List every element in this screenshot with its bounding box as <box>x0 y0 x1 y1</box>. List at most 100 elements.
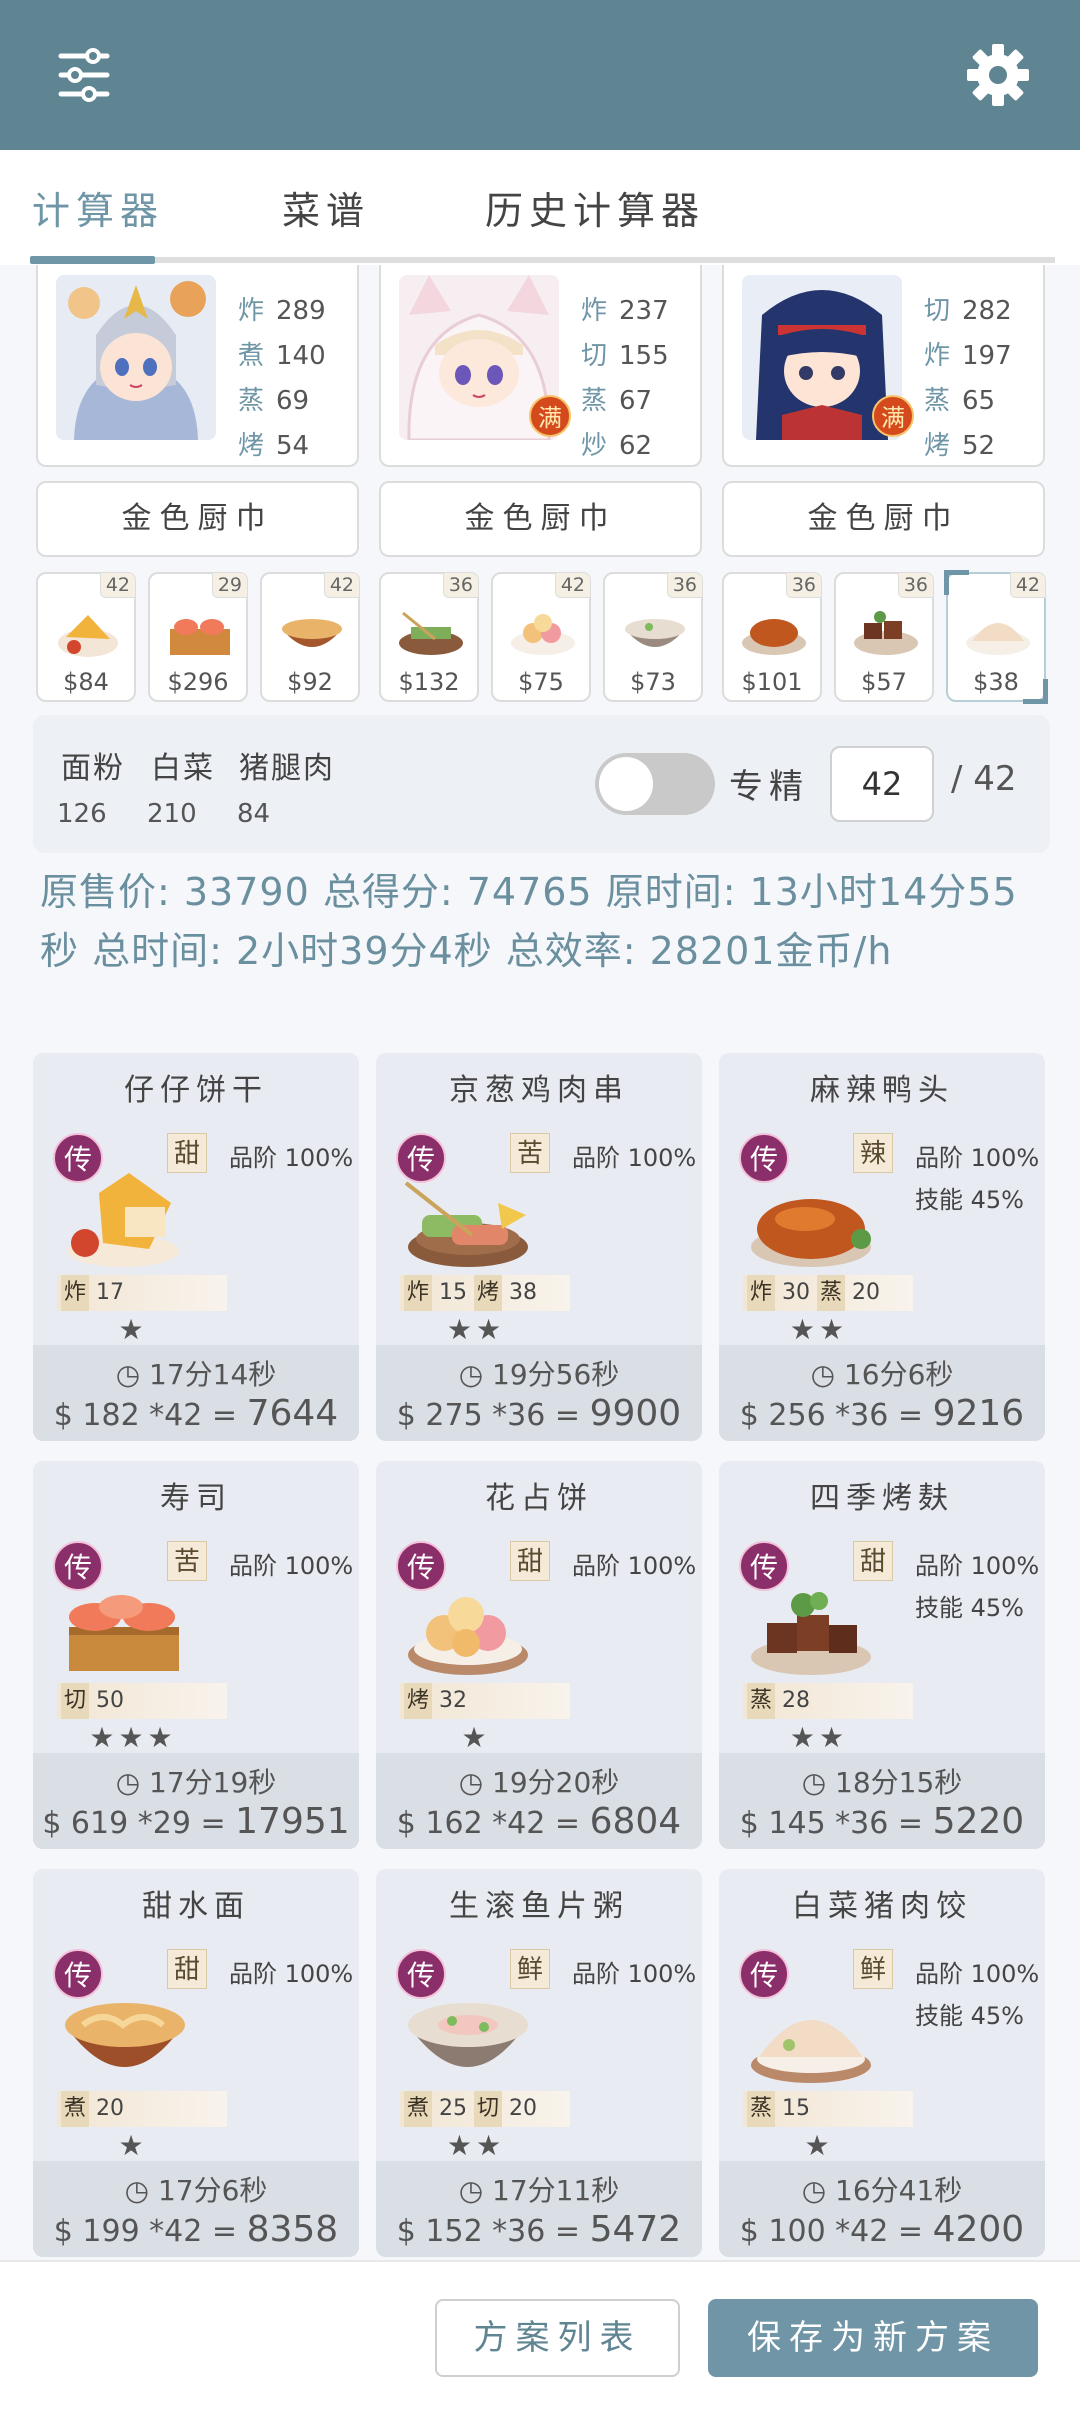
recipe-card[interactable]: 甜水面 传 甜 品阶 100% 煮 20 ★ ◷ 17分6秒 $ 199 *42… <box>33 1869 359 2257</box>
cook-time-text: 19分56秒 <box>492 1358 620 1391</box>
stat-value: 69 <box>276 386 310 416</box>
star-rating: ★★ <box>789 1721 849 1754</box>
skill-value: 20 <box>852 1280 881 1305</box>
legendary-badge: 传 <box>53 1541 103 1591</box>
cook-time-text: 19分20秒 <box>492 1766 620 1799</box>
skill-value: 30 <box>782 1280 811 1305</box>
clock-icon: ◷ <box>801 1766 827 1799</box>
clock-icon: ◷ <box>115 1766 141 1799</box>
specialty-level-input[interactable]: 42 <box>830 746 934 822</box>
tab-bar: 计算器 菜谱 历史计算器 <box>0 150 1080 265</box>
chef-portrait <box>56 275 216 440</box>
stat-value: 237 <box>619 296 669 326</box>
calculator-content[interactable]: 炸 289 煮 140 蒸 69 烤 54 满 炸 237 切 155 蒸 67 <box>0 265 1080 2260</box>
skill-label: 烤 <box>404 1683 433 1719</box>
dish-count: 42 <box>323 572 360 598</box>
chef-card[interactable]: 满 切 282 炸 197 蒸 65 烤 52 <box>722 265 1045 467</box>
selected-dish[interactable]: 42 $38 <box>944 570 1048 704</box>
recipe-card[interactable]: 生滚鱼片粥 传 鲜 品阶 100% 煮 25 切 20 ★★ ◷ 17分11秒 … <box>376 1869 702 2257</box>
recipe-card[interactable]: 京葱鸡肉串 传 苦 品阶 100% 炸 15 烤 38 ★★ ◷ 19分56秒 … <box>376 1053 702 1441</box>
star-rating: ★ <box>118 2129 148 2162</box>
gear-icon[interactable] <box>958 40 1038 110</box>
grade-text: 品阶 100% <box>915 1144 1040 1172</box>
recipe-card[interactable]: 仔仔饼干 传 甜 品阶 100% 炸 17 ★ ◷ 17分14秒 $ 182 *… <box>33 1053 359 1441</box>
plan-list-button[interactable]: 方案列表 <box>435 2299 680 2377</box>
dish-price: $84 <box>63 668 109 696</box>
dish-count: 42 <box>554 572 591 598</box>
stat-label: 煮 <box>238 341 265 371</box>
stat-label: 炸 <box>238 296 265 326</box>
recipe-earnings: $ 162 *42 = 6804 <box>376 1801 702 1842</box>
grade-text: 品阶 100% <box>229 1960 354 1988</box>
recipe-name: 京葱鸡肉串 <box>449 1073 629 1108</box>
recipe-earnings: $ 275 *36 = 9900 <box>376 1393 702 1434</box>
star-rating: ★★ <box>446 1313 506 1346</box>
price-formula: $ 256 *36 = <box>739 1398 924 1433</box>
skill-label: 煮 <box>404 2091 433 2127</box>
dish-price: $38 <box>973 668 1019 696</box>
app-bar <box>0 0 1080 150</box>
price-formula: $ 275 *36 = <box>396 1398 581 1433</box>
chef-tool-button[interactable]: 金色厨巾 <box>36 481 359 557</box>
legendary-badge: 传 <box>739 1133 789 1183</box>
tab-history-calculator[interactable]: 历史计算器 <box>485 180 705 235</box>
recipe-card[interactable]: 麻辣鸭头 传 辣 品阶 100% 技能 45% 炸 30 蒸 20 ★★ ◷ 16… <box>719 1053 1045 1441</box>
selected-dish[interactable]: 36 $101 <box>722 572 822 702</box>
earnings-total: 8358 <box>246 2209 339 2250</box>
flavor-tag: 苦 <box>167 1541 207 1581</box>
earnings-total: 5220 <box>932 1801 1025 1842</box>
selected-dish[interactable]: 42 $84 <box>36 572 136 702</box>
recipe-card[interactable]: 白菜猪肉饺 传 鲜 品阶 100% 技能 45% 蒸 15 ★ ◷ 16分41秒 … <box>719 1869 1045 2257</box>
cook-time-text: 17分6秒 <box>157 2174 268 2207</box>
chef-tool-button[interactable]: 金色厨巾 <box>379 481 702 557</box>
tab-recipes[interactable]: 菜谱 <box>282 180 370 235</box>
skill-value: 38 <box>509 1280 538 1305</box>
sliders-icon[interactable] <box>45 40 125 110</box>
skill-requirements: 蒸 28 <box>743 1683 913 1719</box>
chef-tool-button[interactable]: 金色厨巾 <box>722 481 1045 557</box>
stat-label: 烤 <box>924 431 951 461</box>
earnings-total: 6804 <box>589 1801 682 1842</box>
dish-count: 36 <box>666 572 703 598</box>
clock-icon: ◷ <box>801 2174 827 2207</box>
stat-label: 切 <box>581 341 608 371</box>
stat-label: 烤 <box>238 431 265 461</box>
grade-text: 品阶 100% <box>229 1144 354 1172</box>
selected-dish[interactable]: 42 $75 <box>491 572 591 702</box>
recipe-card[interactable]: 寿司 传 苦 品阶 100% 切 50 ★★★ ◷ 17分19秒 $ 619 *… <box>33 1461 359 1849</box>
flavor-tag: 鲜 <box>853 1949 893 1989</box>
skill-value: 20 <box>509 2096 538 2121</box>
selected-dish[interactable]: 36 $73 <box>603 572 703 702</box>
selected-dish[interactable]: 36 $132 <box>379 572 479 702</box>
skewer-dish-icon <box>399 611 463 655</box>
recipe-earnings: $ 256 *36 = 9216 <box>719 1393 1045 1434</box>
recipe-card[interactable]: 四季烤麸 传 甜 品阶 100% 技能 45% 蒸 28 ★★ ◷ 18分15秒 … <box>719 1461 1045 1849</box>
price-formula: $ 145 *36 = <box>739 1806 924 1841</box>
skill-requirements: 烤 32 <box>400 1683 570 1719</box>
recipe-name: 仔仔饼干 <box>124 1073 268 1108</box>
save-new-plan-button[interactable]: 保存为新方案 <box>708 2299 1038 2377</box>
grade-info: 品阶 100% 技能 45% <box>915 1545 1039 1629</box>
price-formula: $ 100 *42 = <box>739 2214 924 2249</box>
chef-card[interactable]: 炸 289 煮 140 蒸 69 烤 54 <box>36 265 359 467</box>
chef-card[interactable]: 满 炸 237 切 155 蒸 67 炒 62 <box>379 265 702 467</box>
flavor-tag: 甜 <box>167 1133 207 1173</box>
selected-dish[interactable]: 36 $57 <box>834 572 934 702</box>
grade-text: 品阶 100% <box>229 1552 354 1580</box>
selected-dish[interactable]: 29 $296 <box>148 572 248 702</box>
skill-bonus-text: 技能 45% <box>915 1186 1024 1214</box>
cookie-dish-icon <box>58 615 118 657</box>
selected-dish[interactable]: 42 $92 <box>260 572 360 702</box>
recipe-card[interactable]: 花占饼 传 甜 品阶 100% 烤 32 ★ ◷ 19分20秒 $ 162 *4… <box>376 1461 702 1849</box>
chef-stats: 炸 237 切 155 蒸 67 炒 62 <box>581 289 669 469</box>
specialty-toggle[interactable] <box>595 753 715 815</box>
tab-calculator[interactable]: 计算器 <box>32 180 164 235</box>
cook-time-text: 17分11秒 <box>492 2174 620 2207</box>
stat-value: 197 <box>962 341 1012 371</box>
clock-icon: ◷ <box>458 1358 484 1391</box>
skill-value: 15 <box>782 2096 811 2121</box>
skill-label: 切 <box>61 1683 90 1719</box>
specialty-label: 专精 <box>729 767 809 807</box>
sushi-dish-icon <box>170 619 230 655</box>
star-rating: ★★ <box>789 1313 849 1346</box>
